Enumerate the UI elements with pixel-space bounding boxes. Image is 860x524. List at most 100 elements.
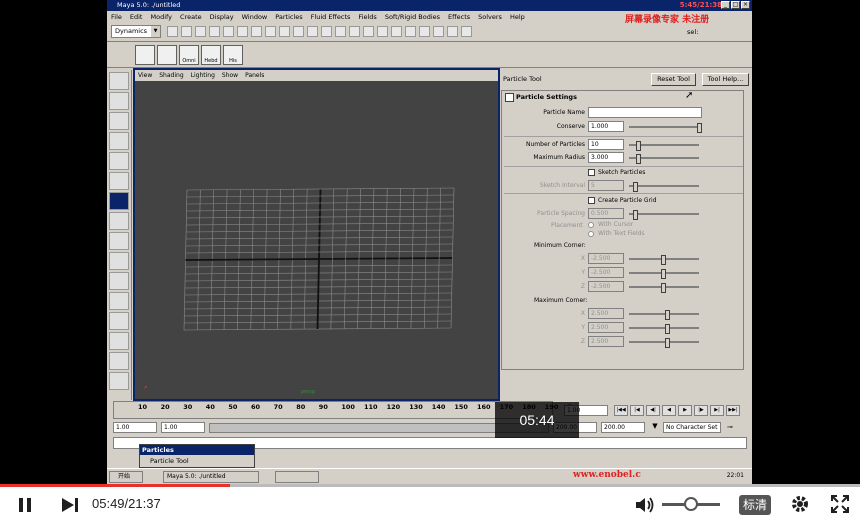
select-hierarchy-icon[interactable] [209,26,220,37]
attribute-editor-icon[interactable] [447,26,458,37]
viewport-menu-shading[interactable]: Shading [159,70,183,81]
min-x-slider[interactable] [629,255,699,265]
snap-grid-icon[interactable] [265,26,276,37]
snap-plane-icon[interactable] [307,26,318,37]
play-backward-icon[interactable]: ◀ [662,405,676,416]
quality-button[interactable]: 标清 [739,495,771,515]
auto-key-icon[interactable]: ⊸ [727,423,733,431]
tool-settings-icon[interactable] [433,26,444,37]
min-y-slider[interactable] [629,269,699,279]
max-z-slider[interactable] [629,338,699,348]
min-z-slider[interactable] [629,283,699,293]
four-view-layout-icon[interactable] [109,232,129,250]
create-grid-checkbox[interactable] [588,197,595,204]
menu-fluid-effects[interactable]: Fluid Effects [311,11,351,23]
particle-name-field[interactable] [588,107,702,118]
min-y-field[interactable]: -2.500 [588,267,624,278]
max-y-field[interactable]: 2.500 [588,322,624,333]
input-line-icon[interactable] [405,26,416,37]
max-radius-slider[interactable] [629,154,699,164]
custom-layout-icon[interactable] [109,372,129,390]
num-particles-field[interactable]: 10 [588,139,624,150]
select-object-icon[interactable] [223,26,234,37]
fullscreen-icon[interactable] [830,494,850,516]
num-particles-slider[interactable] [629,141,699,151]
conserve-field[interactable]: 1.000 [588,121,624,132]
viewport-menu-show[interactable]: Show [222,70,238,81]
shelf-emitter-icon[interactable] [135,45,155,65]
lasso-tool-icon[interactable] [109,92,129,110]
gear-icon[interactable] [790,494,810,516]
move-tool-icon[interactable] [109,112,129,130]
character-set-arrow-icon[interactable]: ▼ [649,422,661,433]
ipr-render-icon[interactable] [363,26,374,37]
menu-solvers[interactable]: Solvers [478,11,502,23]
graph-layout-icon[interactable] [109,332,129,350]
max-x-field[interactable]: 2.500 [588,308,624,319]
render-icon[interactable] [349,26,360,37]
menu-modify[interactable]: Modify [150,11,172,23]
conserve-slider[interactable] [629,123,702,133]
menu-help[interactable]: Help [510,11,525,23]
character-set-field[interactable]: No Character Set [663,422,721,433]
menu-set-selector[interactable]: Dynamics ▼ [111,25,161,38]
min-x-field[interactable]: -2.500 [588,253,624,264]
hypershade-icon[interactable] [391,26,402,37]
history-icon[interactable] [335,26,346,37]
minimize-button[interactable]: _ [721,1,730,9]
manipulator-tool-icon[interactable] [109,172,129,190]
close-button[interactable]: × [741,1,750,9]
max-z-field[interactable]: 2.500 [588,336,624,347]
shelf-hebd-button[interactable]: Hebd [201,45,221,65]
progress-bar[interactable] [0,484,860,487]
select-component-icon[interactable] [237,26,248,37]
shelf-omni-button[interactable]: Omni [179,45,199,65]
rotate-tool-icon[interactable] [109,132,129,150]
new-scene-icon[interactable] [167,26,178,37]
sketch-interval-slider[interactable] [629,182,699,192]
viewport-menu-lighting[interactable]: Lighting [191,70,215,81]
tool-help-button[interactable]: Tool Help... [702,73,749,86]
pick-mask-icon[interactable] [251,26,262,37]
next-icon[interactable] [60,496,80,516]
menu-fields[interactable]: Fields [358,11,376,23]
menu-create[interactable]: Create [180,11,202,23]
single-view-layout-icon[interactable] [109,212,129,230]
reset-tool-button[interactable]: Reset Tool [651,73,696,86]
menu-particles[interactable]: Particles [275,11,302,23]
menu-display[interactable]: Display [210,11,234,23]
range-end-field[interactable]: 200.00 [601,422,645,433]
two-view-layout-icon[interactable] [109,252,129,270]
placement-cursor-radio[interactable] [588,222,594,228]
step-forward-key-icon[interactable]: ▶| [710,405,724,416]
play-forward-icon[interactable]: ▶ [678,405,692,416]
particle-settings-heading[interactable]: Particle Settings [502,91,743,103]
outliner-layout-icon[interactable] [109,272,129,290]
step-back-frame-icon[interactable]: ◀| [646,405,660,416]
shelf-his-button[interactable]: His [223,45,243,65]
pause-icon[interactable] [16,496,34,516]
hypergraph-layout-icon[interactable] [109,292,129,310]
menu-window[interactable]: Window [242,11,268,23]
max-y-slider[interactable] [629,324,699,334]
snap-point-icon[interactable] [293,26,304,37]
go-to-start-icon[interactable]: |◀◀ [614,405,628,416]
menu-effects[interactable]: Effects [448,11,470,23]
step-forward-frame-icon[interactable]: |▶ [694,405,708,416]
select-tool-icon[interactable] [109,72,129,90]
particle-spacing-slider[interactable] [629,210,699,220]
maximize-button[interactable]: □ [731,1,740,9]
save-scene-icon[interactable] [195,26,206,37]
shelf-curve-icon[interactable] [157,45,177,65]
start-button[interactable]: 开始 [109,471,143,483]
sketch-particles-checkbox[interactable] [588,169,595,176]
viewport-menu-panels[interactable]: Panels [245,70,264,81]
snap-curve-icon[interactable] [279,26,290,37]
particle-spacing-field[interactable]: 0.500 [588,208,624,219]
max-x-slider[interactable] [629,310,699,320]
placement-text-radio[interactable] [588,231,594,237]
particle-tool-icon[interactable] [109,192,129,210]
volume-icon[interactable] [634,495,656,517]
sketch-interval-field[interactable]: 5 [588,180,624,191]
particle-tool-menu-item[interactable]: Particle Tool [140,455,254,467]
